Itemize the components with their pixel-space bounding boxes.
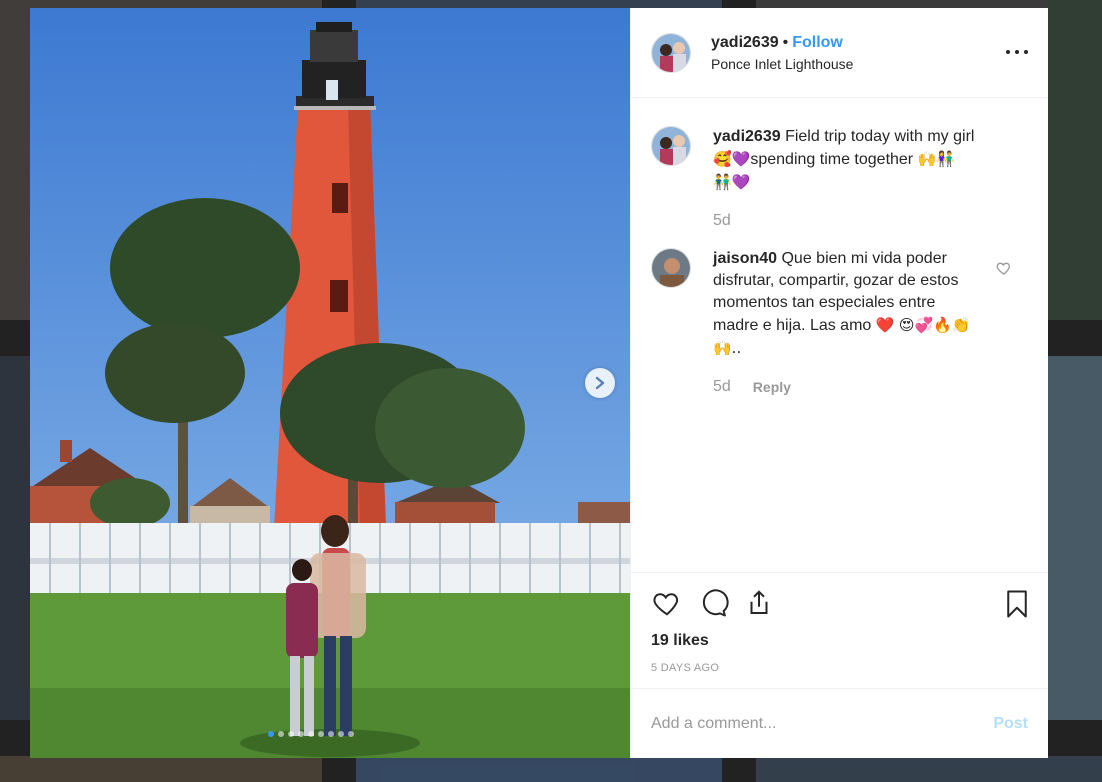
carousel-dot: [308, 731, 314, 737]
post-photo: [30, 8, 630, 758]
carousel-dot: [338, 731, 344, 737]
like-icon[interactable]: [651, 588, 683, 618]
post-sidebar: yadi2639•Follow Ponce Inlet Lighthouse: [630, 8, 1048, 758]
caption-text-line2: spending time together: [750, 151, 914, 168]
share-icon[interactable]: [743, 588, 775, 618]
avatar-image: [652, 249, 690, 287]
comments-list: yadi2639 Field trip today with my girl 🥰…: [631, 98, 1048, 572]
avatar-image: [652, 127, 690, 165]
comment-icon[interactable]: [697, 588, 729, 618]
separator-dot: •: [782, 34, 789, 51]
avatar[interactable]: [651, 32, 691, 73]
caption-emoji-c: 👬💜: [713, 173, 751, 191]
caption-username[interactable]: yadi2639: [713, 128, 781, 145]
likes-count[interactable]: 19 likes: [631, 632, 1048, 650]
carousel-dot: [328, 731, 334, 737]
comment-item: jaison40 Que bien mi vida poder disfruta…: [651, 248, 1028, 398]
comment-input[interactable]: [651, 714, 951, 733]
avatar-image: [652, 33, 690, 72]
carousel-dot: [278, 731, 284, 737]
add-comment-bar: Post: [631, 688, 1048, 758]
caption: yadi2639 Field trip today with my girl 🥰…: [651, 126, 1028, 232]
caption-text-line1: Field trip today with my girl: [785, 128, 975, 145]
carousel-dot: [348, 731, 354, 737]
caption-emoji-a: 🥰💜: [713, 150, 751, 168]
bookmark-icon[interactable]: [1004, 589, 1030, 624]
lighthouse-photo: [30, 8, 630, 758]
like-comment-icon[interactable]: [996, 260, 1012, 281]
comment-emoji-a: ❤️: [875, 316, 895, 334]
post-header: yadi2639 • Follow Ponce Inlet Lighthouse: [631, 8, 1048, 98]
follow-button[interactable]: Follow: [792, 34, 843, 51]
carousel-dot: [288, 731, 294, 737]
caption-time[interactable]: 5d: [713, 210, 731, 232]
more-options-icon[interactable]: [1006, 42, 1028, 62]
chevron-right-icon: [595, 376, 605, 390]
avatar[interactable]: [651, 248, 691, 288]
carousel-dot: [298, 731, 304, 737]
location-link[interactable]: Ponce Inlet Lighthouse: [711, 56, 853, 72]
comment-username[interactable]: jaison40: [713, 250, 777, 267]
carousel-dot: [268, 731, 274, 737]
post-date: 5 DAYS AGO: [651, 662, 720, 674]
caption-emoji-b: 🙌👫: [917, 150, 955, 168]
post-comment-button[interactable]: Post: [993, 715, 1028, 733]
post-username[interactable]: yadi2639: [711, 34, 779, 51]
action-bar: [631, 572, 1048, 632]
carousel-dot: [318, 731, 324, 737]
comment-time[interactable]: 5d: [713, 376, 731, 398]
post-modal: yadi2639•Follow Ponce Inlet Lighthouse: [30, 8, 1048, 758]
carousel-indicator: [268, 731, 354, 737]
next-slide-button[interactable]: [585, 368, 615, 398]
avatar[interactable]: [651, 126, 691, 166]
reply-button[interactable]: Reply: [753, 376, 791, 398]
